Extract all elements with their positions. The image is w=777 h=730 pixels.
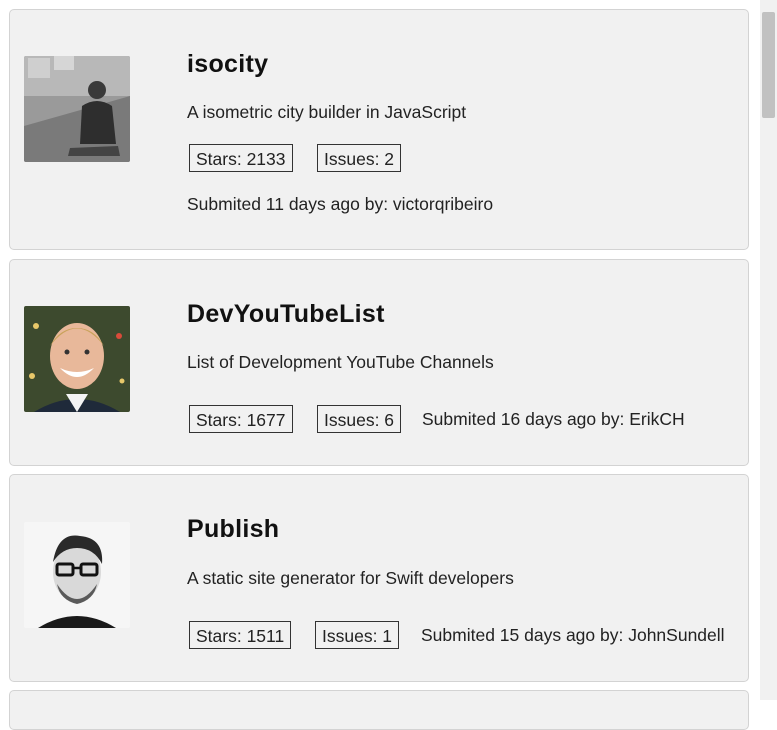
- repo-title[interactable]: isocity: [187, 50, 268, 79]
- avatar[interactable]: [24, 56, 130, 162]
- scrollbar[interactable]: [760, 0, 777, 700]
- avatar[interactable]: [24, 522, 130, 628]
- user-photo-icon: [24, 306, 130, 412]
- stars-badge: Stars: 1677: [189, 405, 293, 433]
- scrollbar-thumb[interactable]: [762, 12, 775, 118]
- repo-card[interactable]: Publish A static site generator for Swif…: [9, 474, 749, 682]
- repo-card[interactable]: isocity A isometric city builder in Java…: [9, 9, 749, 250]
- repo-description: A isometric city builder in JavaScript: [187, 102, 467, 122]
- submitted-info: Submited 11 days ago by: victorqribeiro: [187, 194, 494, 214]
- submitted-info: Submited 15 days ago by: JohnSundell: [421, 625, 725, 645]
- repo-title[interactable]: Publish: [187, 515, 279, 544]
- stars-badge: Stars: 1511: [189, 621, 292, 649]
- repo-card[interactable]: [9, 690, 749, 730]
- issues-badge: Issues: 2: [317, 144, 402, 172]
- repo-description: List of Development YouTube Channels: [187, 352, 494, 372]
- issues-badge: Issues: 1: [315, 621, 400, 649]
- repo-title[interactable]: DevYouTubeList: [187, 300, 385, 329]
- issues-badge: Issues: 6: [317, 405, 402, 433]
- repo-card[interactable]: DevYouTubeList List of Development YouTu…: [9, 259, 749, 466]
- user-photo-icon: [24, 522, 130, 628]
- avatar[interactable]: [24, 306, 130, 412]
- repo-description: A static site generator for Swift develo…: [187, 568, 514, 588]
- stars-badge: Stars: 2133: [189, 144, 293, 172]
- submitted-info: Submited 16 days ago by: ErikCH: [422, 409, 685, 429]
- user-photo-icon: [24, 56, 130, 162]
